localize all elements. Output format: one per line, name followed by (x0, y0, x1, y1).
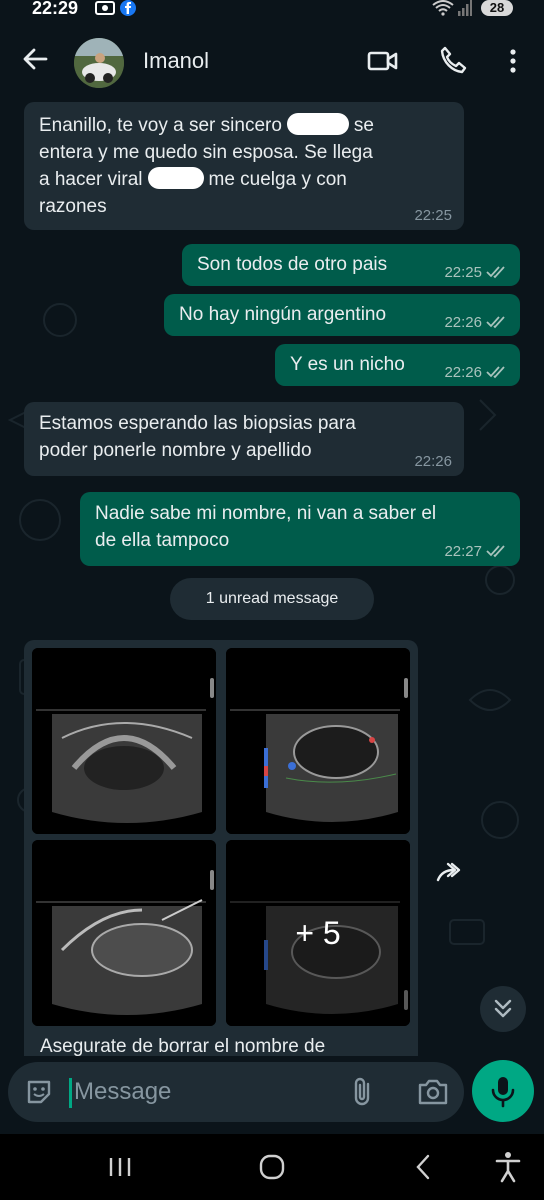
status-bar: 22:29 28 (0, 0, 544, 20)
message-input[interactable] (74, 1074, 324, 1110)
phone-icon[interactable] (436, 44, 470, 78)
outgoing-message[interactable]: Y es un nicho 22:26 (275, 344, 520, 386)
scroll-to-bottom-button[interactable] (480, 986, 526, 1032)
ultrasound-scan (32, 648, 216, 834)
outgoing-message[interactable]: Son todos de otro pais 22:25 (182, 244, 520, 286)
avatar-photo (74, 38, 124, 88)
forward-icon[interactable] (430, 856, 470, 896)
voice-message-button[interactable] (472, 1060, 534, 1122)
outgoing-message[interactable]: No hay ningún argentino 22:26 (164, 294, 520, 336)
double-check-icon (486, 266, 505, 279)
chat-header: Imanol (0, 20, 544, 100)
incoming-message[interactable]: Enanillo, te voy a ser sincero se entera … (24, 102, 464, 230)
sticker-icon[interactable] (24, 1077, 54, 1107)
message-text: razones (39, 196, 107, 217)
system-navigation-bar (0, 1134, 544, 1200)
back-icon[interactable] (404, 1150, 444, 1184)
contact-name[interactable]: Imanol (143, 48, 209, 74)
text-caret (69, 1078, 72, 1108)
ultrasound-image-4[interactable]: + 5 (226, 840, 410, 1026)
contact-avatar[interactable] (74, 38, 124, 88)
signal-icon (458, 0, 472, 16)
more-vert-icon[interactable] (496, 44, 530, 78)
message-time: 22:25 (444, 264, 482, 281)
album-caption: Asegurate de borrar el nombre de (40, 1036, 326, 1056)
message-time: 22:25 (414, 207, 452, 224)
recent-apps-icon[interactable] (100, 1150, 140, 1184)
message-text: me cuelga y con (208, 169, 347, 190)
microphone-icon (491, 1077, 515, 1108)
message-time: 22:26 (414, 453, 452, 470)
back-arrow-icon[interactable] (18, 42, 52, 76)
ultrasound-image-2[interactable] (226, 648, 410, 834)
double-check-icon (486, 316, 505, 329)
ultrasound-image-1[interactable] (32, 648, 216, 834)
status-time: 22:29 (32, 0, 79, 18)
home-icon[interactable] (252, 1150, 292, 1184)
video-call-icon[interactable] (366, 44, 400, 78)
message-input-container[interactable] (8, 1062, 464, 1122)
battery-indicator: 28 (481, 0, 513, 16)
image-album-message[interactable]: + 5 Asegurate de borrar el nombre de (24, 640, 418, 1056)
message-text: Enanillo, te voy a ser sincero (39, 115, 282, 136)
unread-divider: 1 unread message (170, 578, 374, 620)
ultrasound-scan (226, 648, 410, 834)
double-check-icon (486, 366, 505, 379)
message-text: de ella tampoco (95, 530, 230, 551)
wifi-icon (432, 0, 454, 16)
message-composer (0, 1056, 544, 1134)
message-time: 22:27 (444, 543, 482, 560)
message-text: Estamos esperando las biopsias para (39, 413, 356, 434)
double-check-icon (486, 545, 505, 558)
redaction-mark (286, 113, 349, 135)
facebook-icon (120, 0, 136, 16)
more-images-count: + 5 (226, 840, 410, 1026)
attach-icon[interactable] (348, 1076, 378, 1108)
photo-icon (95, 1, 115, 15)
message-time: 22:26 (444, 364, 482, 381)
message-text: entera y me quedo sin esposa. Se llega (39, 142, 373, 163)
ultrasound-image-3[interactable] (32, 840, 216, 1026)
incoming-message[interactable]: Estamos esperando las biopsias para pode… (24, 402, 464, 476)
message-text: a hacer viral (39, 169, 143, 190)
accessibility-icon[interactable] (488, 1150, 528, 1184)
message-text: Nadie sabe mi nombre, ni van a saber el (95, 503, 437, 524)
message-time: 22:26 (444, 314, 482, 331)
message-text: se (353, 115, 374, 136)
message-text: poder ponerle nombre y apellido (39, 440, 312, 461)
redaction-mark (147, 167, 204, 189)
outgoing-message[interactable]: Nadie sabe mi nombre, ni van a saber el … (80, 492, 520, 566)
chat-area[interactable]: Enanillo, te voy a ser sincero se entera … (0, 100, 544, 1056)
double-chevron-down-icon (494, 999, 512, 1018)
camera-icon[interactable] (416, 1076, 450, 1108)
ultrasound-scan (32, 840, 216, 1026)
